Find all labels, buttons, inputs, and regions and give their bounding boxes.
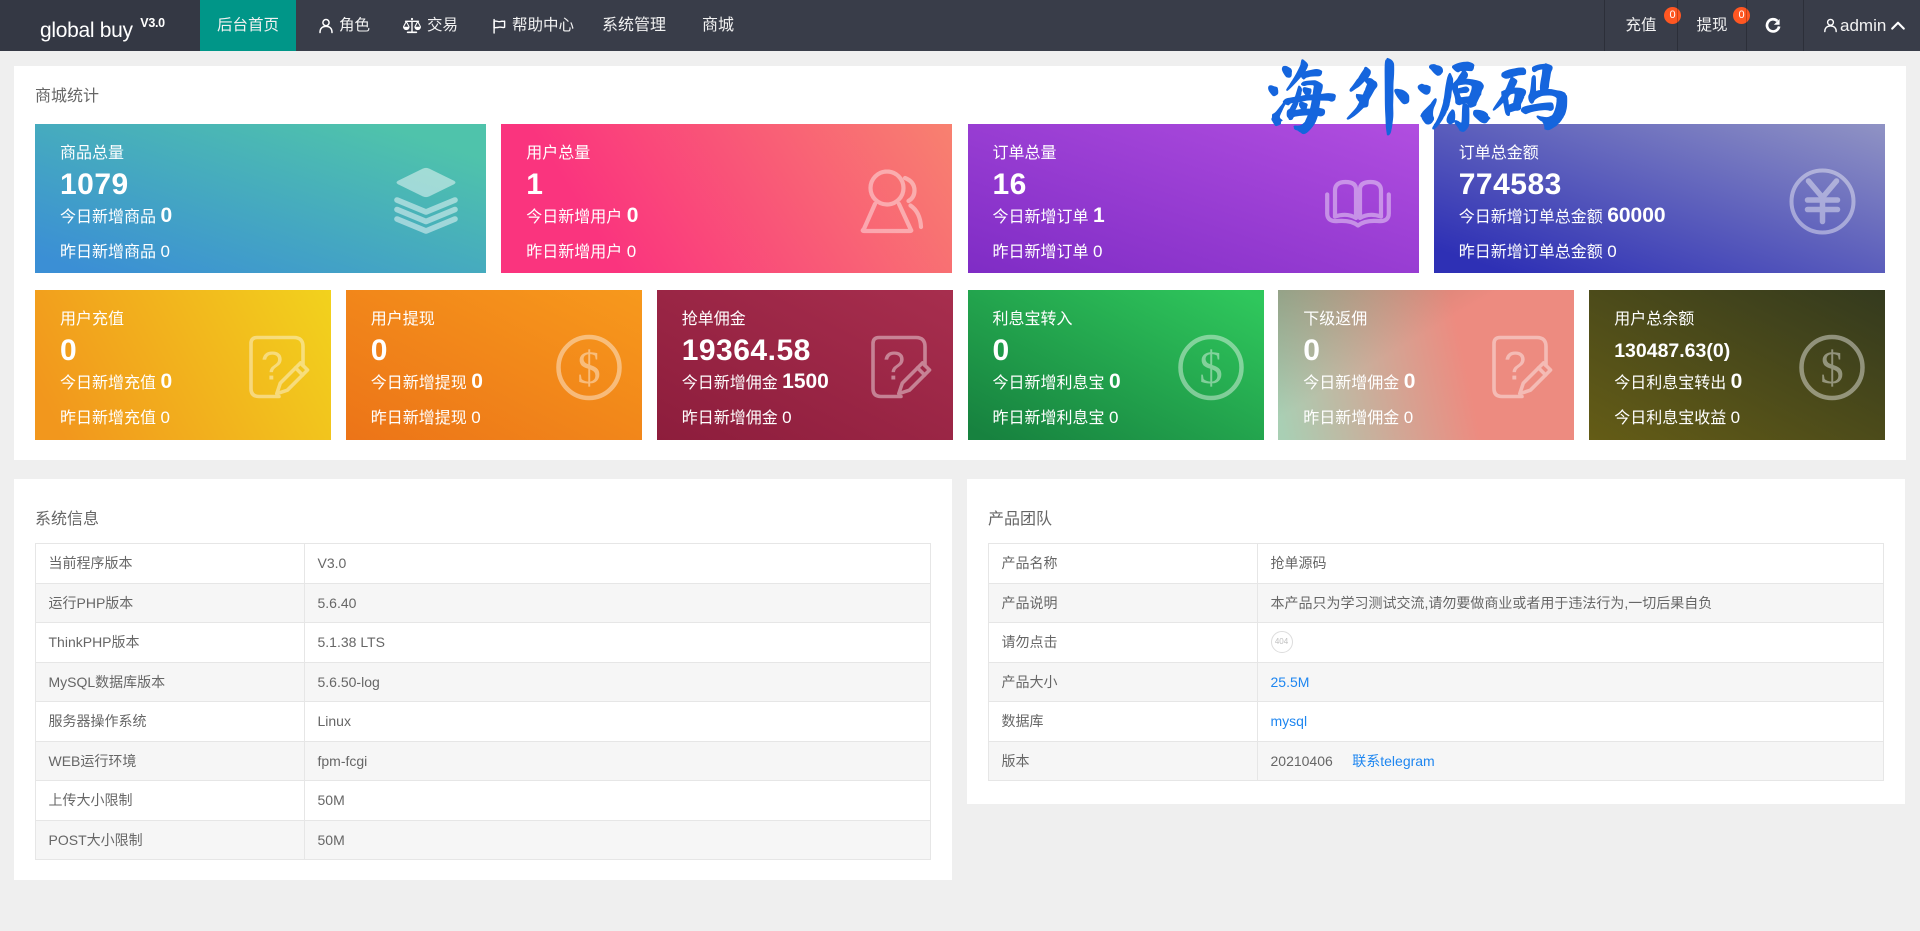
svg-text:$: $ — [1199, 342, 1223, 394]
svg-text:$: $ — [577, 342, 601, 394]
svg-text:?: ? — [883, 345, 905, 389]
svg-text:$: $ — [1820, 342, 1844, 394]
svg-text:?: ? — [261, 345, 283, 389]
svg-text:?: ? — [1504, 345, 1526, 389]
